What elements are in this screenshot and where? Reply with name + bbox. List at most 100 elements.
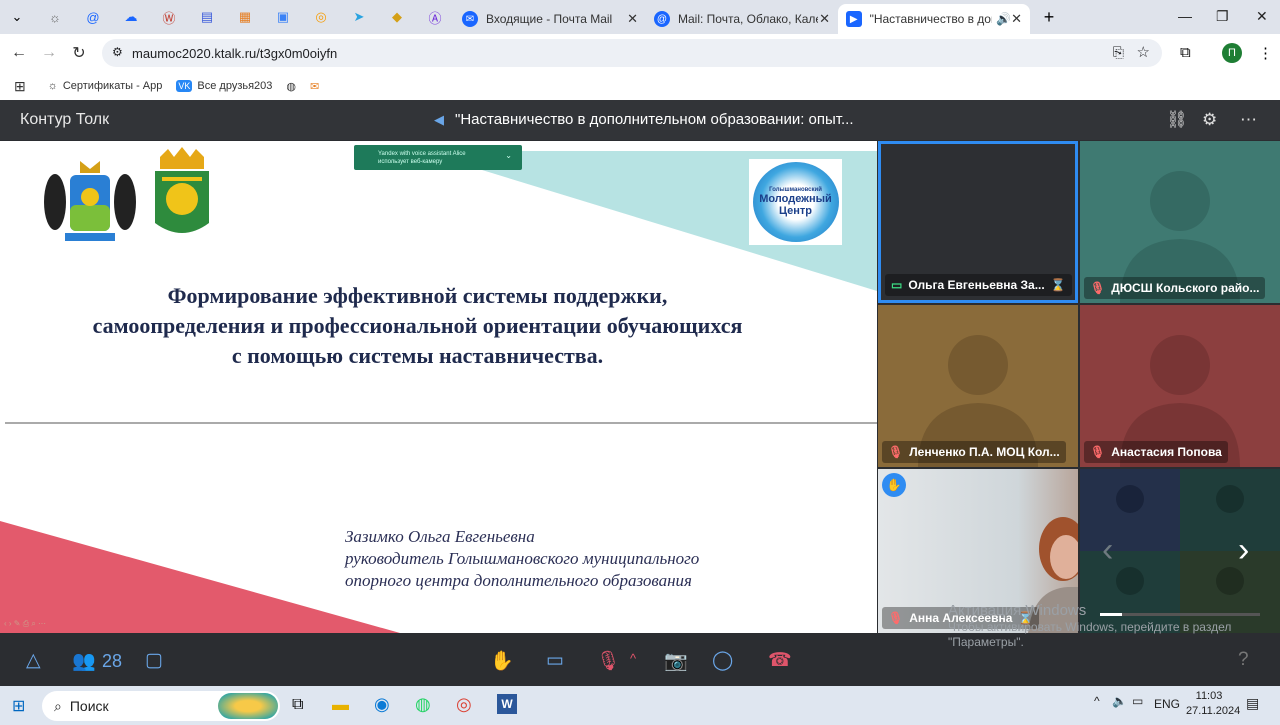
- windows-start-icon[interactable]: ⊞: [12, 696, 25, 716]
- help-icon[interactable]: ?: [1238, 649, 1249, 671]
- next-page-chevron-icon[interactable]: ›: [1238, 531, 1249, 570]
- pinned-tab-telegram-icon[interactable]: ➤: [348, 6, 370, 28]
- bookmarks-bar: ⊞ ☼ Сертификаты - App VK Все друзья203 ◍…: [0, 72, 1280, 100]
- mic-options-chevron-icon[interactable]: ^: [630, 651, 636, 666]
- extensions-icon[interactable]: ⧉: [1180, 44, 1191, 61]
- task-view-icon[interactable]: ⧉: [292, 696, 303, 714]
- clock-date: 27.11.2024: [1186, 705, 1241, 717]
- tab-close-icon[interactable]: ✕: [627, 11, 638, 27]
- tab-mail-cloud[interactable]: @ Mail: Почта, Облако, Календар ✕: [646, 4, 838, 34]
- pinned-tab-mail-icon[interactable]: @: [82, 6, 104, 28]
- bookmark-label: Все друзья203: [197, 80, 273, 92]
- back-arrow-icon[interactable]: ←: [4, 44, 34, 62]
- logo-main-text: Молодежный Центр: [759, 193, 832, 217]
- whatsapp-icon[interactable]: ◍: [415, 694, 431, 715]
- youth-center-logo: Голышмановский Молодежный Центр: [749, 159, 842, 245]
- coat-of-arms-golyshmanovo-icon: [155, 147, 209, 233]
- pinned-tab-a-icon[interactable]: Ⓐ: [424, 6, 446, 28]
- camera-off-icon[interactable]: 📷: [664, 649, 688, 673]
- notice-line: использует веб-камеру: [378, 159, 443, 165]
- forward-arrow-icon[interactable]: →: [34, 44, 64, 62]
- reload-icon[interactable]: ↻: [64, 43, 94, 63]
- search-icon: ⌕: [54, 697, 62, 714]
- profile-avatar[interactable]: П: [1222, 43, 1242, 63]
- pinned-tab-doc-icon[interactable]: ▤: [196, 6, 218, 28]
- clock[interactable]: 11:03 27.11.2024: [1186, 689, 1241, 719]
- shapes-apps-icon[interactable]: △: [26, 649, 41, 672]
- participant-name: ▭ Ольга Евгеньевна За... ⌛: [885, 274, 1072, 296]
- maximize-icon[interactable]: ❐: [1216, 8, 1229, 25]
- tab-inbox-mail[interactable]: ✉ Входящие - Почта Mail ✕: [454, 4, 646, 34]
- participants-icon[interactable]: 👥: [72, 649, 96, 673]
- tab-close-icon[interactable]: ✕: [819, 11, 830, 27]
- notice-chevron-icon[interactable]: ⌄: [505, 152, 512, 160]
- microphone-muted-icon[interactable]: 🎙: [596, 649, 620, 673]
- pinned-tab-circle-icon[interactable]: ◎: [310, 6, 332, 28]
- notifications-icon[interactable]: ▤: [1246, 695, 1259, 712]
- window-close-icon[interactable]: ✕: [1256, 8, 1268, 25]
- background-effects-icon[interactable]: ◯: [712, 649, 733, 672]
- tab-list-dropdown-icon[interactable]: ⌄: [6, 6, 28, 28]
- file-explorer-icon[interactable]: ▬: [332, 695, 349, 715]
- more-menu-icon[interactable]: ⋯: [1240, 110, 1257, 130]
- participant-tile-speaker[interactable]: ▭ Ольга Евгеньевна За... ⌛: [878, 141, 1078, 303]
- prev-page-chevron-icon[interactable]: ‹: [1102, 531, 1113, 570]
- tab-audio-icon[interactable]: 🔊: [996, 12, 1011, 26]
- leave-call-icon[interactable]: ☎: [768, 649, 792, 672]
- notice-line: Yandex with voice assistant Alice: [378, 151, 466, 157]
- minimize-icon[interactable]: —: [1178, 8, 1192, 24]
- presentation-controls[interactable]: ‹ › ✎ ⎙ ⌕ ⋯: [4, 619, 46, 629]
- pinned-tab-cloud-icon[interactable]: ☁: [120, 6, 142, 28]
- word-icon[interactable]: W: [497, 694, 517, 714]
- participant-tile[interactable]: 🎙 Анастасия Попова: [1080, 305, 1280, 467]
- link-icon[interactable]: ⛓: [1166, 110, 1188, 130]
- slide-title-line: Формирование эффективной системы поддерж…: [167, 283, 668, 308]
- mic-off-icon: 🎙: [888, 611, 904, 625]
- bookmark-certificates[interactable]: ☼ Сертификаты - App: [48, 80, 163, 92]
- tab-close-icon[interactable]: ✕: [1011, 11, 1022, 27]
- tray-overflow-icon[interactable]: ^: [1094, 694, 1100, 708]
- participant-name: 🎙 Ленченко П.А. МОЦ Кол...: [882, 441, 1066, 463]
- video-favicon-icon: ▶: [846, 11, 862, 27]
- slide-title-line: самоопределения и профессиональной ориен…: [92, 313, 743, 338]
- screen-share-icon[interactable]: ▭: [546, 649, 564, 672]
- mail-favicon-icon: @: [654, 11, 670, 27]
- language-indicator[interactable]: ENG: [1154, 697, 1180, 711]
- chat-icon[interactable]: ▢: [145, 649, 163, 672]
- participant-name-text: ДЮСШ Кольского райо...: [1111, 281, 1260, 295]
- mic-off-icon: 🎙: [888, 445, 904, 459]
- settings-gear-icon[interactable]: ⚙: [1202, 110, 1217, 130]
- chrome-icon[interactable]: ◎: [456, 694, 472, 715]
- new-tab-plus-icon[interactable]: +: [1038, 6, 1060, 28]
- meeting-app: Контур Толк ◀ "Наставничество в дополнит…: [0, 100, 1280, 686]
- camera-usage-notice[interactable]: Yandex with voice assistant Alice исполь…: [354, 145, 522, 170]
- participant-tile[interactable]: 🎙 ДЮСШ Кольского райо...: [1080, 141, 1280, 303]
- pinned-tab-form-icon[interactable]: ▣: [272, 6, 294, 28]
- bookmark-vk-friends[interactable]: VK Все друзья203: [176, 80, 272, 92]
- address-bar[interactable]: ⚙ maumoc2020.ktalk.ru/t3gx0m0oiyfn ⎘ ☆: [102, 39, 1162, 67]
- search-highlight-icon: [218, 693, 278, 719]
- volume-icon[interactable]: 🔈: [1112, 694, 1127, 708]
- taskbar-search[interactable]: ⌕ Поиск: [42, 691, 280, 721]
- pinned-tab-w-icon[interactable]: Ⓦ: [158, 6, 180, 28]
- apps-grid-icon[interactable]: ⊞: [14, 78, 26, 95]
- pinned-tab-diamond-icon[interactable]: ◆: [386, 6, 408, 28]
- pinned-tab-icon[interactable]: ☼: [44, 6, 66, 28]
- app-header: Контур Толк ◀ "Наставничество в дополнит…: [0, 100, 1280, 140]
- search-placeholder: Поиск: [69, 698, 109, 714]
- raise-hand-icon[interactable]: ✋: [490, 649, 514, 673]
- install-app-icon[interactable]: ⎘: [1113, 44, 1124, 61]
- site-info-icon[interactable]: ⚙: [112, 45, 123, 59]
- battery-icon[interactable]: ▭: [1132, 694, 1143, 708]
- browser-menu-icon[interactable]: ⋮: [1258, 44, 1273, 62]
- participant-name-text: Ленченко П.А. МОЦ Кол...: [909, 445, 1060, 459]
- mail-envelope-icon[interactable]: ✉: [310, 80, 319, 93]
- participants-count[interactable]: 28: [102, 651, 122, 672]
- pinned-tab-grid-icon[interactable]: ▦: [234, 6, 256, 28]
- bookmark-star-icon[interactable]: ☆: [1137, 43, 1150, 61]
- slide-title-line: с помощью системы наставничества.: [231, 343, 604, 368]
- globe-icon[interactable]: ◍: [286, 80, 296, 93]
- edge-browser-icon[interactable]: ◉: [374, 694, 390, 715]
- participant-tile[interactable]: 🎙 Ленченко П.А. МОЦ Кол...: [878, 305, 1078, 467]
- tab-meeting-active[interactable]: ▶ "Наставничество в дополн 🔊 ✕: [838, 4, 1030, 34]
